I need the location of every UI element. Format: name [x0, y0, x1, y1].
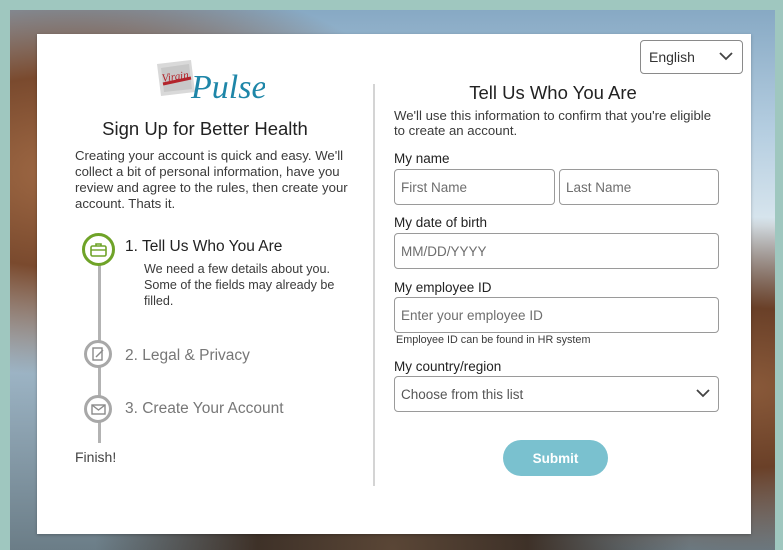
- step-1-indicator: [82, 233, 115, 266]
- language-select[interactable]: English: [640, 40, 743, 74]
- last-name-input[interactable]: [559, 169, 719, 205]
- left-intro: Creating your account is quick and easy.…: [75, 148, 348, 211]
- dob-label: My date of birth: [394, 215, 488, 230]
- step-3-indicator: [84, 395, 112, 423]
- envelope-icon: [90, 403, 106, 415]
- first-name-input[interactable]: [394, 169, 555, 205]
- virgin-pulse-logo: Virgin Pulse: [155, 54, 267, 108]
- step-2-label: 2. Legal & Privacy: [125, 347, 250, 364]
- chevron-down-icon: [696, 389, 710, 398]
- name-label: My name: [394, 151, 450, 166]
- step-2-indicator: [84, 340, 112, 368]
- dob-input[interactable]: [394, 233, 719, 269]
- submit-button[interactable]: Submit: [503, 440, 608, 476]
- form-title: Tell Us Who You Are: [469, 82, 637, 103]
- step-1-description: We need a few details about you. Some of…: [144, 262, 335, 308]
- signup-card: English Virgin Pulse Sign Up for Better …: [37, 34, 751, 534]
- form-intro: We'll use this information to confirm th…: [394, 108, 712, 138]
- finish-label: Finish!: [75, 449, 117, 465]
- step-3-label: 3. Create Your Account: [125, 400, 284, 417]
- country-label: My country/region: [394, 359, 502, 374]
- employee-id-hint: Employee ID can be found in HR system: [396, 334, 591, 346]
- logo-main-text: Pulse: [190, 69, 265, 106]
- left-title: Sign Up for Better Health: [102, 118, 308, 139]
- column-divider: [373, 84, 375, 486]
- employee-id-label: My employee ID: [394, 280, 492, 295]
- employee-id-input[interactable]: [394, 297, 719, 333]
- language-selected: English: [649, 49, 695, 65]
- document-sign-icon: [92, 347, 104, 361]
- chevron-down-icon: [719, 52, 733, 61]
- briefcase-icon: [90, 243, 107, 257]
- country-select[interactable]: Choose from this list: [394, 376, 719, 412]
- step-1-label: 1. Tell Us Who You Are: [125, 238, 283, 255]
- country-selected: Choose from this list: [401, 386, 524, 402]
